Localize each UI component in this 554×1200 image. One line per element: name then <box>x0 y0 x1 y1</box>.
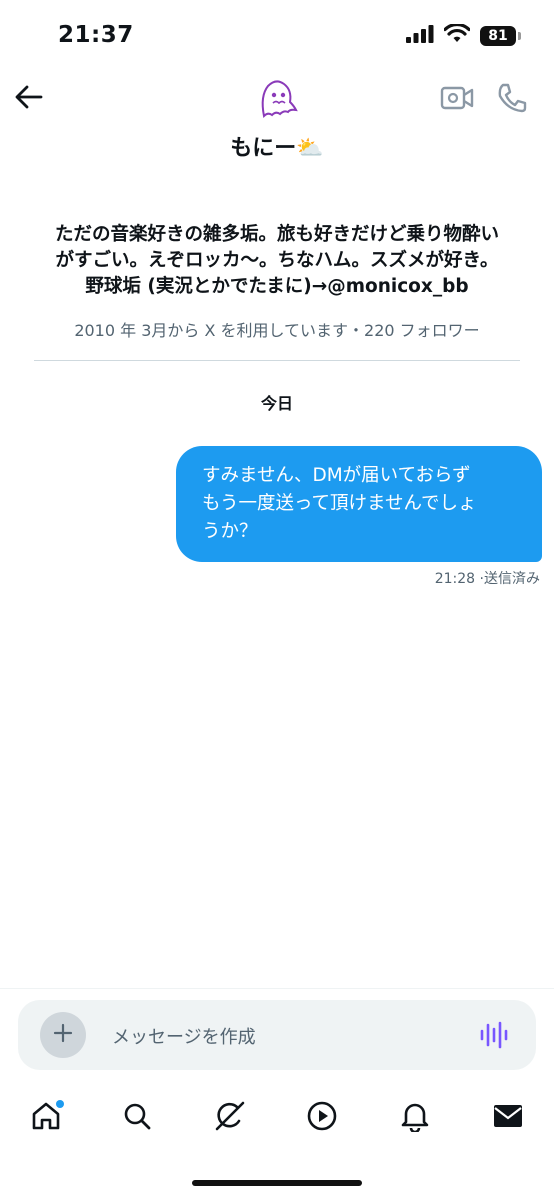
avatar[interactable] <box>254 76 300 122</box>
bio-line: がすごい。えぞロッカ〜。ちなハム。スズメが好き。 <box>55 250 499 271</box>
composer-divider <box>0 988 554 989</box>
waveform-icon <box>478 1021 510 1055</box>
message-meta: 21:28 ·送信済み <box>435 568 540 588</box>
tab-notifications[interactable] <box>395 1098 435 1138</box>
wifi-icon <box>443 22 471 47</box>
arrow-left-icon <box>15 85 43 113</box>
status-icons: 81 <box>406 22 521 47</box>
phone-call-button[interactable] <box>496 82 530 116</box>
conversation-header: もにー⛅ <box>0 70 554 170</box>
grok-icon <box>213 1099 247 1137</box>
phone-icon <box>496 83 528 118</box>
divider <box>34 360 520 361</box>
tab-home[interactable] <box>26 1098 66 1138</box>
home-indicator <box>192 1180 362 1186</box>
message-time: 21:28 <box>434 571 476 587</box>
battery-icon: 81 <box>480 25 521 46</box>
back-button[interactable] <box>12 82 46 116</box>
mail-icon <box>492 1102 524 1134</box>
video-call-button[interactable] <box>440 84 474 114</box>
display-name[interactable]: もにー⛅ <box>0 130 554 162</box>
message-composer[interactable]: メッセージを作成 <box>18 1000 536 1070</box>
signal-icon <box>406 24 434 47</box>
bell-icon <box>400 1100 430 1136</box>
plus-icon <box>53 1023 73 1047</box>
sent-message-bubble[interactable]: すみません、DMが届いておらず もう一度送って頂けませんでしょ うか？ <box>176 446 542 562</box>
bio-line: 野球垢 (実況とかでたまに)→@monicox_bb <box>85 276 469 297</box>
voice-message-button[interactable] <box>478 1019 510 1051</box>
message-input[interactable]: メッセージを作成 <box>112 1023 256 1049</box>
bio-line: ただの音楽好きの雑多垢。旅も好きだけど乗り物酔い <box>54 224 499 245</box>
play-icon <box>306 1100 338 1136</box>
status-time: 21:37 <box>58 22 134 48</box>
profile-meta: 2010 年 3月から X を利用しています・220 フォロワー <box>74 321 480 340</box>
tab-search[interactable] <box>117 1098 157 1138</box>
message-line: もう一度送って頂けませんでしょ <box>202 493 477 514</box>
video-call-icon <box>440 86 474 118</box>
search-icon <box>122 1101 152 1135</box>
notification-dot <box>56 1100 64 1108</box>
add-media-button[interactable] <box>40 1012 86 1058</box>
tab-video[interactable] <box>302 1098 342 1138</box>
message-line: すみません、DMが届いておらず <box>202 465 471 486</box>
tab-grok[interactable] <box>210 1098 250 1138</box>
message-line: うか？ <box>202 521 258 542</box>
tab-messages[interactable] <box>488 1098 528 1138</box>
message-status: ·送信済み <box>479 571 540 587</box>
day-label: 今日 <box>260 394 293 413</box>
status-bar: 21:37 81 <box>0 0 554 70</box>
bottom-tab-bar <box>0 1090 554 1144</box>
profile-bio: ただの音楽好きの雑多垢。旅も好きだけど乗り物酔い がすごい。えぞロッカ〜。ちなハ… <box>30 222 524 300</box>
